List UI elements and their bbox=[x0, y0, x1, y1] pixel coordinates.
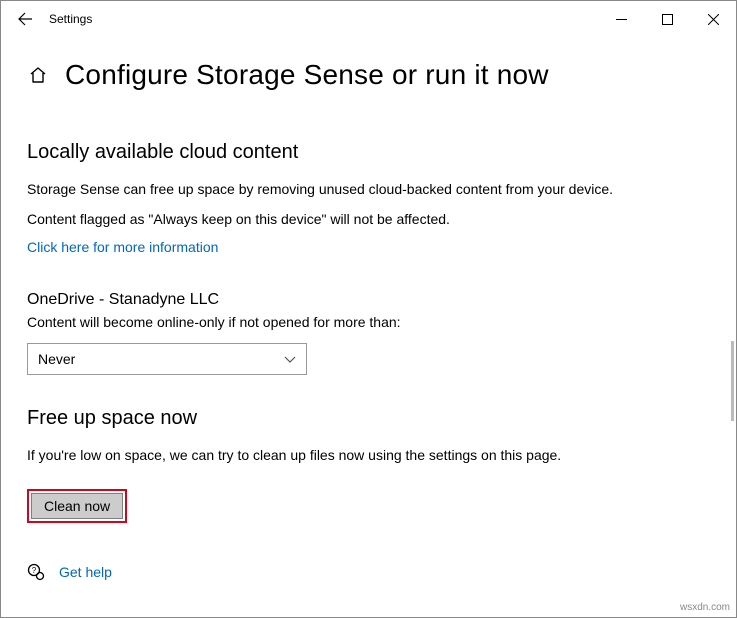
content-area: Locally available cloud content Storage … bbox=[1, 101, 736, 581]
more-info-link[interactable]: Click here for more information bbox=[27, 239, 218, 255]
close-button[interactable] bbox=[690, 3, 736, 35]
close-icon bbox=[708, 14, 719, 25]
minimize-icon bbox=[616, 14, 627, 25]
onedrive-heading: OneDrive - Stanadyne LLC bbox=[27, 291, 710, 309]
onedrive-desc: Content will become online-only if not o… bbox=[27, 313, 710, 333]
home-button[interactable] bbox=[27, 64, 49, 86]
maximize-icon bbox=[662, 14, 673, 25]
cloud-desc-2: Content flagged as "Always keep on this … bbox=[27, 210, 710, 230]
onedrive-frequency-dropdown[interactable]: Never bbox=[27, 343, 307, 375]
scrollbar[interactable] bbox=[731, 341, 734, 421]
watermark: wsxdn.com bbox=[680, 602, 730, 613]
back-button[interactable] bbox=[15, 9, 35, 29]
titlebar: Settings bbox=[1, 1, 736, 37]
cloud-desc-1: Storage Sense can free up space by remov… bbox=[27, 180, 710, 200]
chevron-down-icon bbox=[284, 351, 296, 367]
clean-now-highlight: Clean now bbox=[27, 489, 127, 523]
help-icon: ? bbox=[27, 563, 45, 581]
page-title: Configure Storage Sense or run it now bbox=[65, 59, 549, 91]
home-icon bbox=[28, 65, 48, 85]
app-name: Settings bbox=[49, 12, 92, 26]
svg-text:?: ? bbox=[32, 566, 37, 575]
minimize-button[interactable] bbox=[598, 3, 644, 35]
freeup-section-heading: Free up space now bbox=[27, 407, 710, 430]
maximize-button[interactable] bbox=[644, 3, 690, 35]
get-help-link[interactable]: Get help bbox=[59, 564, 112, 580]
cloud-section-heading: Locally available cloud content bbox=[27, 141, 710, 164]
freeup-desc: If you're low on space, we can try to cl… bbox=[27, 446, 710, 466]
page-header: Configure Storage Sense or run it now bbox=[1, 37, 736, 101]
titlebar-left: Settings bbox=[15, 9, 92, 29]
clean-now-button[interactable]: Clean now bbox=[31, 493, 123, 519]
dropdown-value: Never bbox=[38, 351, 75, 367]
arrow-left-icon bbox=[17, 11, 33, 27]
help-row: ? Get help bbox=[27, 563, 710, 581]
window-controls bbox=[598, 3, 736, 35]
